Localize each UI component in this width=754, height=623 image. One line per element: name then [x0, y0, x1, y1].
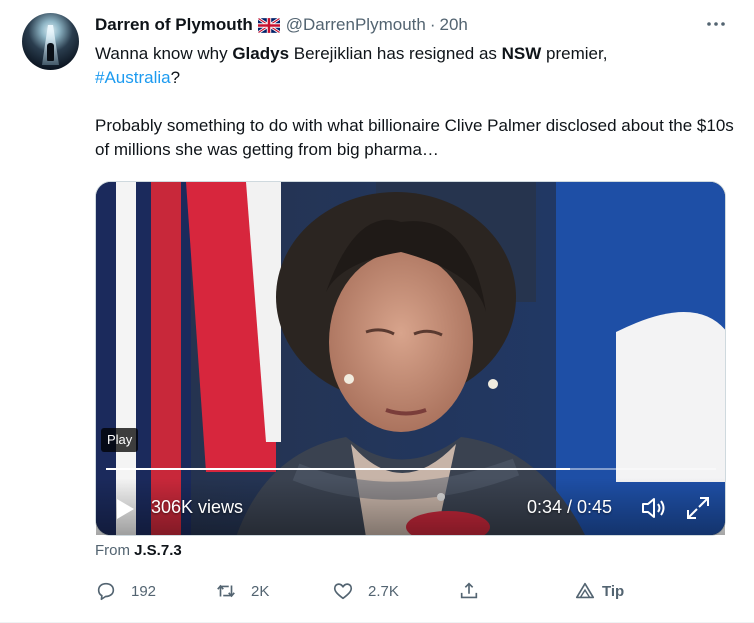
tip-icon: [575, 582, 595, 599]
view-count: 306K views: [151, 497, 244, 517]
like-icon: [333, 583, 353, 600]
tweet-text-part: ?: [170, 68, 181, 87]
volume-icon[interactable]: [639, 494, 669, 522]
uk-flag-icon: [257, 17, 280, 33]
tip-label: Tip: [602, 582, 625, 600]
author-name[interactable]: Darren of Plymouth: [95, 15, 253, 35]
tweet-text: Wanna know why Gladys Berejiklian has re…: [95, 42, 735, 162]
tweet-text-bold: Gladys: [232, 44, 290, 63]
retweet-button[interactable]: 2K: [215, 578, 269, 604]
tweet-text-part: Berejiklian has resigned as: [289, 44, 502, 63]
share-button[interactable]: [458, 578, 480, 604]
tweet-text-part: premier,: [541, 44, 608, 63]
play-icon: [117, 499, 134, 519]
video-time: 0:34 / 0:45: [527, 497, 613, 517]
play-tooltip: Play: [101, 428, 139, 452]
tweet-text-bold: NSW: [501, 44, 542, 63]
tweet-time[interactable]: 20h: [440, 15, 468, 35]
tweet-text-paragraph: Probably something to do with what billi…: [95, 116, 734, 159]
share-icon: [460, 582, 478, 599]
video-progress-bar[interactable]: [106, 468, 716, 470]
retweet-count: 2K: [251, 582, 270, 600]
source-prefix: From: [95, 542, 135, 559]
tweet-header: Darren of Plymouth @DarrenPlymouth · 20h: [95, 14, 468, 36]
reply-button[interactable]: 192: [95, 578, 156, 604]
tweet-text-part: Wanna know why: [95, 44, 233, 63]
header-separator: ·: [429, 15, 436, 34]
author-handle[interactable]: @DarrenPlymouth: [286, 15, 426, 35]
reply-count: 192: [131, 582, 157, 600]
tip-button[interactable]: Tip: [574, 578, 624, 604]
like-count: 2.7K: [368, 582, 399, 600]
hashtag-link[interactable]: #Australia: [95, 68, 171, 87]
fullscreen-icon[interactable]: [684, 494, 712, 522]
avatar[interactable]: [22, 13, 79, 70]
source-link[interactable]: J.S.7.3: [134, 542, 182, 559]
play-button[interactable]: [107, 491, 143, 527]
retweet-icon: [217, 584, 235, 598]
tweet[interactable]: Darren of Plymouth @DarrenPlymouth · 20h…: [0, 0, 754, 623]
video-progress-fill: [106, 468, 570, 470]
more-icon[interactable]: [703, 12, 729, 36]
avatar-figure: [47, 43, 54, 61]
tweet-source: From J.S.7.3: [95, 542, 182, 559]
reply-icon: [97, 582, 115, 601]
like-button[interactable]: 2.7K: [332, 578, 399, 604]
